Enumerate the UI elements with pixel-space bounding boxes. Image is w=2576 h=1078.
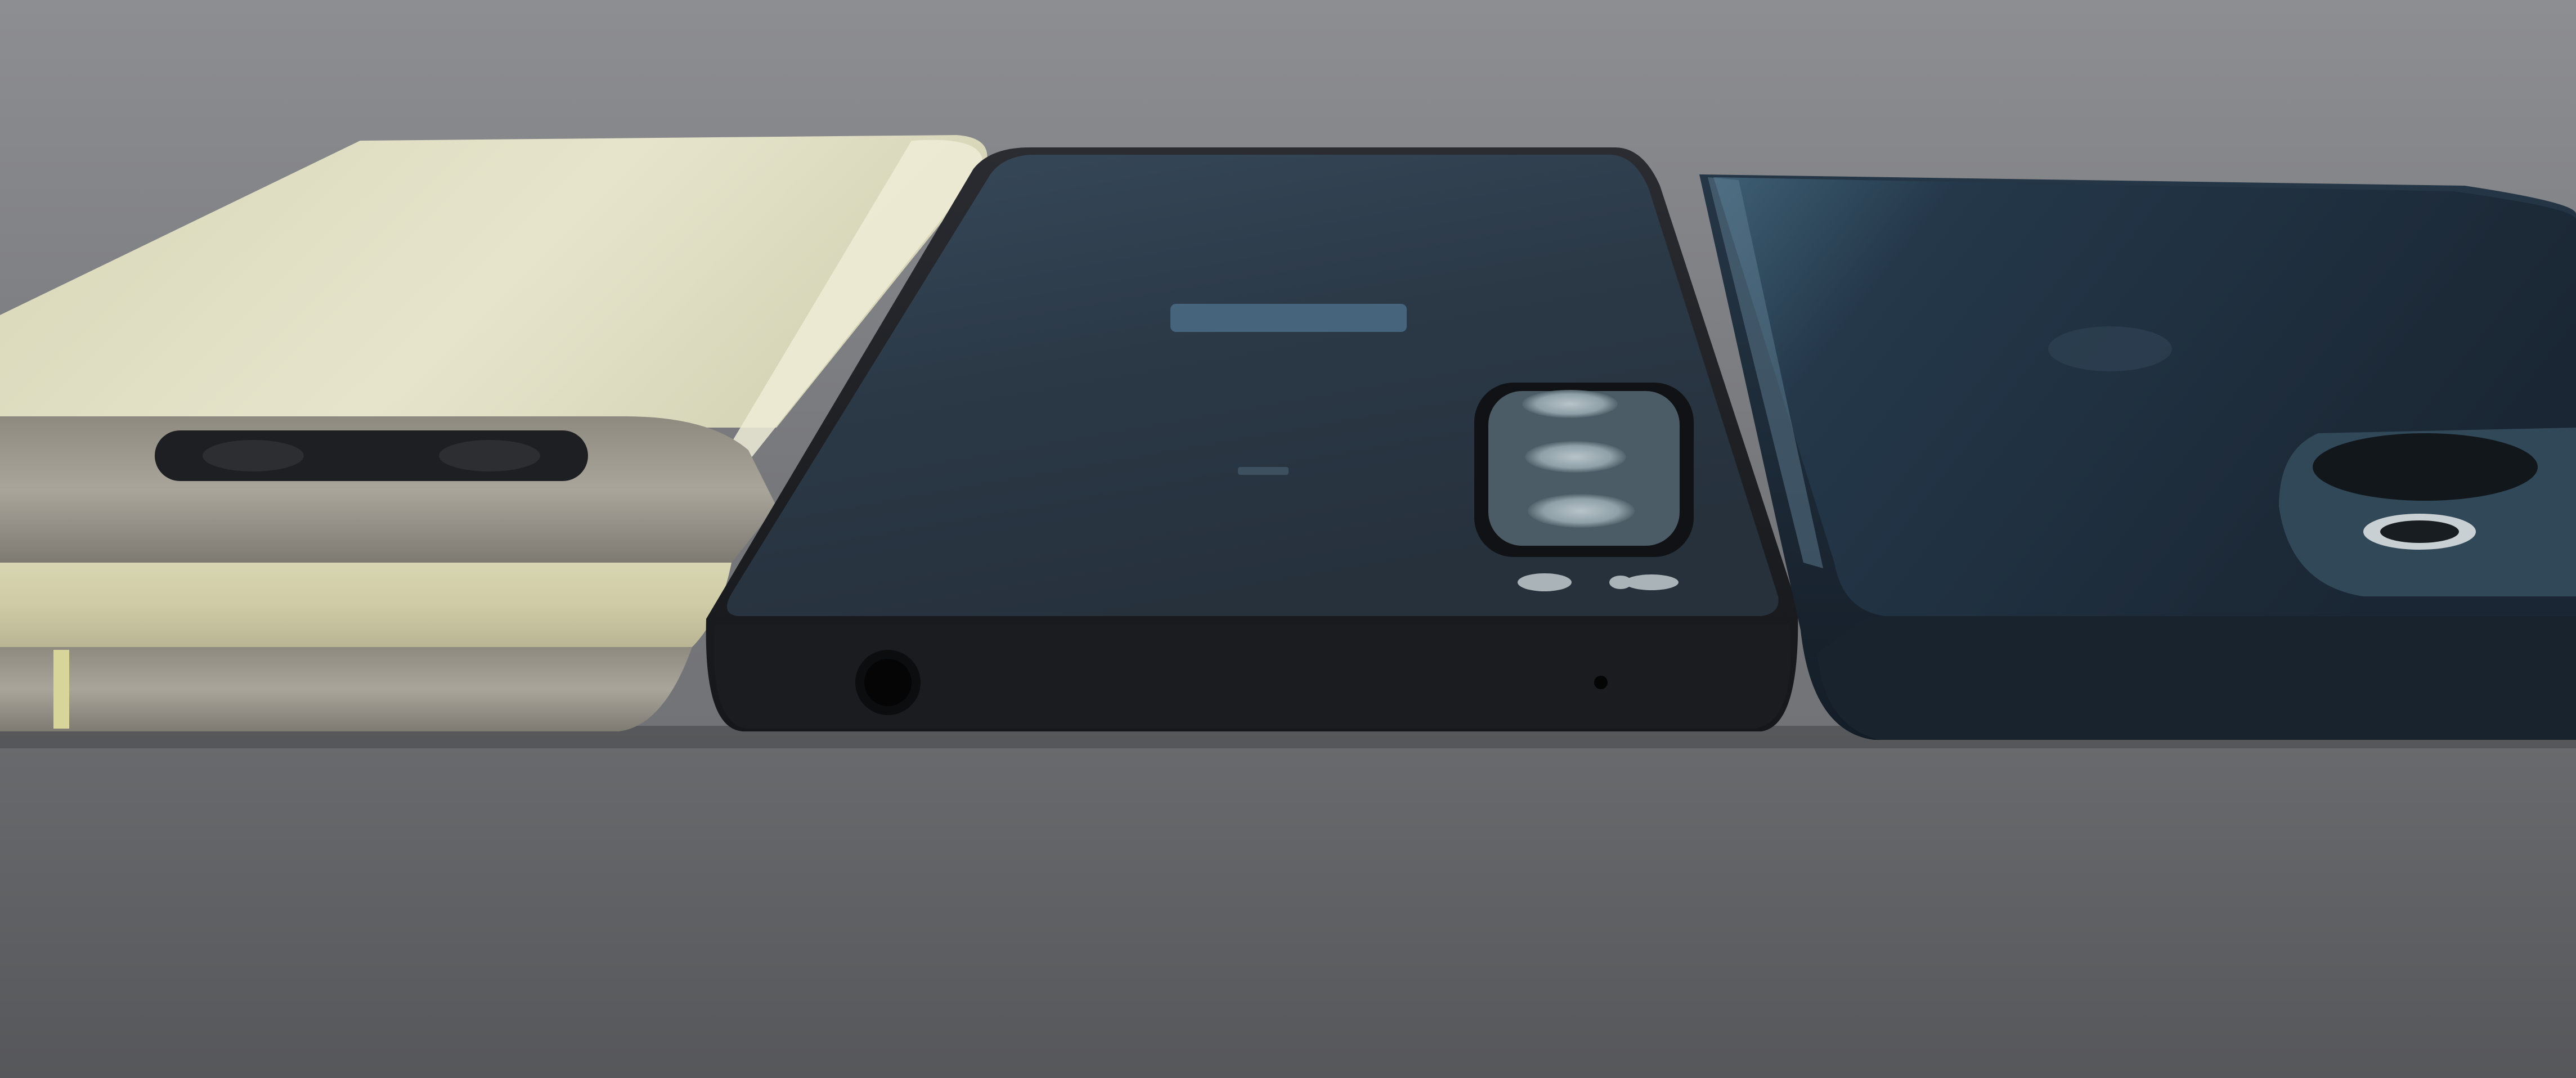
camera-lens-2	[439, 440, 540, 471]
navy-lens-2	[2380, 520, 2459, 543]
brand-logo	[1170, 304, 1407, 332]
antenna-stripe	[53, 650, 69, 729]
cream-side-rail	[0, 647, 692, 731]
flash-led	[1518, 573, 1572, 591]
cream-lower-body	[0, 563, 731, 647]
camera-lens-1	[203, 440, 304, 471]
microphone-hole	[1594, 676, 1608, 689]
camera-lens-middle	[1525, 441, 1626, 473]
camera-lens-top	[1522, 390, 1618, 418]
sensor-dot-2	[1624, 574, 1679, 590]
navy-lower-band	[1817, 616, 2576, 740]
table-surface	[0, 726, 2576, 1078]
navy-phone-right	[1699, 174, 2576, 740]
headphone-jack-hole	[864, 659, 912, 706]
photo-illustration	[0, 0, 2576, 1078]
small-marking	[1238, 467, 1289, 475]
photo-scene	[0, 0, 2576, 1078]
navy-lens-1	[2313, 433, 2538, 501]
camera-lens-bottom	[1528, 494, 1635, 528]
faint-logo	[2048, 326, 2172, 371]
